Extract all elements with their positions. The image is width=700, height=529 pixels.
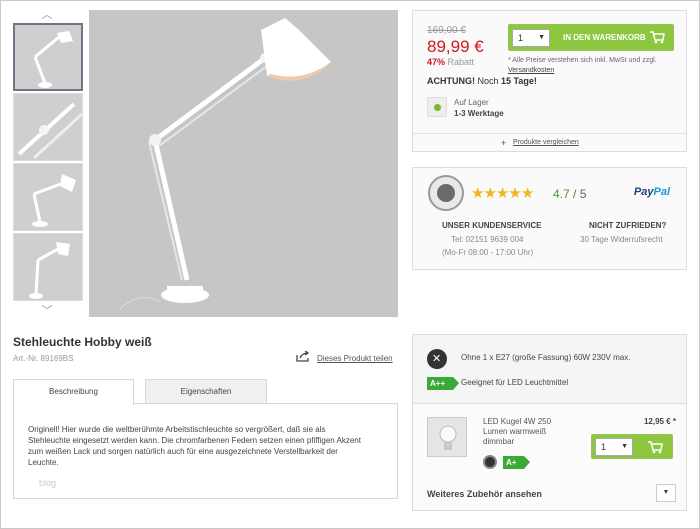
rating-score: 4.7 — [553, 187, 570, 201]
dimmable-icon — [483, 455, 497, 469]
rating-max: / 5 — [573, 187, 587, 201]
bulb-info: Ohne 1 x E27 (große Fassung) 60W 230V ma… — [461, 353, 631, 362]
return-policy: 30 Tage Widerrufsrecht — [580, 235, 663, 244]
led-info: Geeignet für LED Leuchtmittel — [461, 378, 569, 387]
rating-stars: ★★★★★ — [471, 184, 534, 202]
star-icon: ★ — [508, 185, 521, 202]
delivery-time: 1-3 Werktage — [454, 109, 504, 118]
service-hours: (Mo-Fr 08:00 - 17:00 Uhr) — [442, 248, 534, 257]
plus-icon: + — [501, 138, 507, 148]
accessory-item: LED Kugel 4W 250 Lumen warmweiß dimmbar … — [413, 403, 686, 510]
lamp-detail-thumb-icon — [17, 102, 82, 160]
dropdown-arrow-icon: ▼ — [621, 443, 628, 450]
service-box: ★★★★★ 4.7 / 5 PayPal UNSER KUNDENSERVICE… — [412, 167, 687, 270]
price-note: * Alle Preise verstehen sich inkl. MwSt … — [508, 56, 678, 76]
chevron-down-icon[interactable]: ﹀ — [40, 306, 54, 317]
star-half-icon: ★ — [520, 185, 534, 202]
tab-description[interactable]: Beschreibung — [13, 379, 134, 405]
discount: 47% Rabatt — [427, 57, 474, 67]
product-main-image[interactable] — [89, 10, 398, 317]
accessory-cart-icon[interactable] — [647, 440, 663, 454]
star-icon: ★ — [483, 185, 496, 202]
accessory-energy-badge: A+ — [503, 456, 532, 469]
add-to-cart-button[interactable]: IN DEN WARENKORB — [555, 25, 673, 50]
description-panel: Originell! Hier wurde die weltberühmte A… — [13, 403, 398, 499]
thumbnail-list — [13, 23, 83, 303]
quantity-value: 1 — [518, 33, 524, 43]
lamp-front-thumb-icon — [29, 242, 70, 299]
divider — [413, 133, 686, 134]
accessory-box: Ohne 1 x E27 (große Fassung) 60W 230V ma… — [412, 334, 687, 511]
price-box: 169,00 € 89,99 € 47% Rabatt 1 ▼ IN DEN WA… — [412, 10, 687, 152]
price-note-text: * Alle Preise verstehen sich inkl. MwSt … — [508, 57, 657, 64]
accessory-quantity-value: 1 — [601, 442, 607, 452]
share-icon[interactable] — [296, 351, 310, 362]
service-phone: Tel: 02151 9639 004 — [451, 235, 524, 244]
rating-text: 4.7 / 5 — [553, 187, 586, 201]
article-number: Art.-Nr. 89169BS — [13, 354, 74, 363]
lamp-side-thumb-icon — [32, 174, 76, 227]
quantity-select[interactable]: 1 ▼ — [512, 29, 550, 47]
trust-seal-icon — [428, 175, 464, 211]
thumbnail-3[interactable] — [13, 163, 83, 231]
tab-properties[interactable]: Eigenschaften — [145, 379, 267, 404]
achtung-days: 15 Tage! — [501, 76, 537, 86]
more-accessories-label[interactable]: Weiteres Zubehör ansehen — [427, 489, 542, 499]
dropdown-arrow-icon: ▼ — [538, 34, 545, 41]
socket-icon — [427, 349, 447, 369]
add-to-cart-group: 1 ▼ IN DEN WARENKORB — [508, 24, 674, 51]
paypal-b: Pal — [653, 186, 670, 198]
description-text: Originell! Hier wurde die weltberühmte A… — [28, 425, 361, 467]
accessory-cart-group: 1 ▼ — [591, 434, 673, 459]
expand-accessories-button[interactable]: ▼ — [656, 484, 676, 502]
led-bulb-image[interactable] — [427, 417, 467, 457]
paypal-logo: PayPal — [634, 186, 670, 198]
accessory-price: 12,95 € * — [643, 417, 676, 426]
discount-percent: 47% — [427, 57, 446, 67]
stock-status: Auf Lager — [454, 98, 489, 107]
thumbnail-4[interactable] — [13, 233, 83, 301]
lamp-thumb-icon — [33, 31, 73, 88]
shipping-link[interactable]: Versandkosten — [508, 67, 554, 74]
product-title: Stehleuchte Hobby weiß — [13, 335, 152, 349]
chevron-up-icon[interactable]: ︿ — [40, 10, 54, 21]
floor-lamp-icon — [118, 18, 331, 311]
share-link[interactable]: Dieses Produkt teilen — [317, 354, 393, 363]
bulb-icon — [439, 425, 457, 450]
accessory-quantity-select[interactable]: 1 ▼ — [595, 438, 633, 456]
thumbnail-1[interactable] — [13, 23, 83, 91]
in-stock-icon — [427, 97, 447, 117]
offer-timer: ACHTUNG! Noch 15 Tage! — [427, 76, 537, 86]
achtung-prefix: ACHTUNG! — [427, 76, 475, 86]
energy-class-badge: A++ — [427, 377, 460, 390]
blog-link[interactable]: blog — [39, 478, 56, 488]
star-icon: ★ — [471, 185, 484, 202]
achtung-middle: Noch — [477, 76, 499, 86]
accessory-name[interactable]: LED Kugel 4W 250 Lumen warmweiß dimmbar — [483, 417, 563, 447]
star-icon: ★ — [495, 185, 509, 202]
kundenservice-title: UNSER KUNDENSERVICE — [442, 221, 542, 230]
discount-label: Rabatt — [447, 57, 475, 67]
chevron-down-icon: ▼ — [662, 489, 670, 496]
cart-icon — [650, 31, 665, 44]
compare-link[interactable]: Produkte vergleichen — [513, 139, 579, 146]
paypal-a: Pay — [633, 186, 654, 198]
add-to-cart-label: IN DEN WARENKORB — [563, 33, 646, 42]
thumbnail-2[interactable] — [13, 93, 83, 161]
unzufrieden-title: NICHT ZUFRIEDEN? — [589, 221, 667, 230]
old-price: 169,00 € — [427, 25, 466, 36]
new-price: 89,99 € — [427, 37, 484, 56]
